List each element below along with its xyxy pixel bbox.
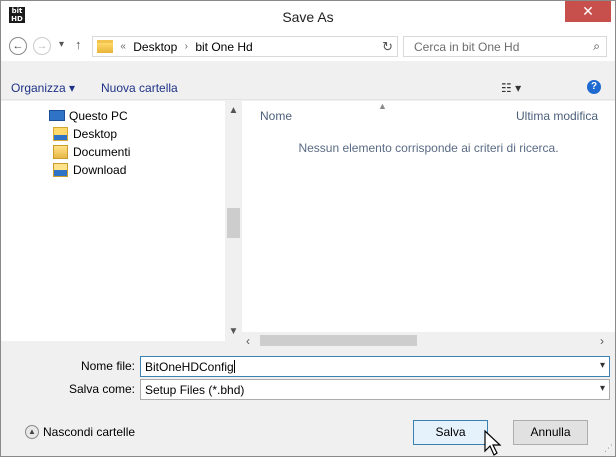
close-button[interactable]: ✕ <box>565 1 611 22</box>
hide-folders-label: Nascondi cartelle <box>43 425 136 439</box>
documents-folder-icon <box>53 145 68 159</box>
chevron-down-icon[interactable]: ▾ <box>600 360 605 371</box>
breadcrumb-bit-one-hd[interactable]: bit One Hd <box>195 40 252 54</box>
recent-chevron-icon[interactable]: ▾ <box>59 39 64 50</box>
tree-item-downloads[interactable]: Download <box>53 161 223 179</box>
scroll-right-arrow[interactable]: › <box>600 334 604 348</box>
desktop-folder-icon <box>53 127 68 141</box>
collapse-icon: ▲ <box>25 425 39 439</box>
resize-grip-icon[interactable]: ⋰ <box>604 443 613 454</box>
navigation-pane: Questo PC Desktop Documenti Download <box>1 101 241 341</box>
tree-item-label: Documenti <box>73 145 131 159</box>
empty-message: Nessun elemento corrisponde ai criteri d… <box>298 141 559 155</box>
help-icon[interactable]: ? <box>587 80 601 94</box>
save-type-select[interactable]: Setup Files (*.bhd) ▾ <box>140 379 610 400</box>
column-header-name[interactable]: Nome <box>260 109 292 123</box>
scroll-up-arrow[interactable]: ▲ <box>225 105 242 116</box>
address-row: ← → ▾ ↑ « Desktop › bit One Hd ▾ ↻ Cerca… <box>1 31 615 61</box>
close-icon: ✕ <box>582 3 594 19</box>
search-placeholder: Cerca in bit One Hd <box>414 40 520 54</box>
tree-item-label: Desktop <box>73 127 118 141</box>
address-bar[interactable]: « Desktop › bit One Hd ▾ ↻ <box>92 36 448 57</box>
title-bar[interactable]: bit HD Save As ✕ <box>1 1 615 31</box>
breadcrumb-separator[interactable]: › <box>185 41 188 52</box>
save-as-dialog: bit HD Save As ✕ ← → ▾ ↑ « Desktop › bit … <box>0 0 616 457</box>
filename-input[interactable]: BitOneHDConfig ▾ <box>140 356 610 377</box>
nav-pane-scrollbar[interactable]: ▲ ▼ <box>225 101 242 341</box>
file-list-horizontal-scrollbar[interactable]: ‹ › <box>242 332 615 349</box>
new-folder-button[interactable]: Nuova cartella <box>101 81 178 95</box>
column-header-modified[interactable]: Ultima modifica <box>516 109 598 123</box>
mouse-cursor-icon <box>484 429 502 456</box>
scroll-left-arrow[interactable]: ‹ <box>246 334 250 348</box>
back-button[interactable]: ← <box>9 37 27 55</box>
filename-value: BitOneHDConfig <box>145 360 234 374</box>
up-arrow-icon[interactable]: ↑ <box>75 37 82 52</box>
sort-indicator-icon: ▲ <box>378 101 387 111</box>
refresh-icon[interactable]: ↻ <box>382 39 393 55</box>
view-options-icon[interactable]: ☷ ▾ <box>501 81 521 95</box>
tree-item-label: Questo PC <box>69 109 128 123</box>
chevron-down-icon[interactable]: ▾ <box>600 383 605 394</box>
folder-icon <box>97 40 113 54</box>
computer-icon <box>49 110 65 121</box>
tree-item-this-pc[interactable]: Questo PC <box>49 107 219 125</box>
tree-item-label: Download <box>73 163 127 177</box>
save-type-label: Salva come: <box>68 382 135 396</box>
window-title: Save As <box>282 9 334 25</box>
breadcrumb-desktop[interactable]: Desktop <box>133 40 177 54</box>
scrollbar-thumb[interactable] <box>227 208 240 238</box>
forward-button[interactable]: → <box>33 37 51 55</box>
organize-button[interactable]: Organizza ▾ <box>11 81 75 95</box>
search-icon[interactable]: ⌕ <box>593 39 600 54</box>
save-type-value: Setup Files (*.bhd) <box>145 383 245 397</box>
save-button[interactable]: Salva <box>413 420 488 445</box>
overflow-chevron[interactable]: « <box>120 41 126 52</box>
text-caret <box>233 360 235 373</box>
file-list[interactable]: Nome ▲ Ultima modifica Nessun elemento c… <box>242 101 615 341</box>
search-box[interactable]: Cerca in bit One Hd ⌕ <box>403 36 607 57</box>
forward-arrow-icon: → <box>36 40 48 52</box>
tree-item-desktop[interactable]: Desktop <box>53 125 223 143</box>
back-arrow-icon: ← <box>12 40 24 52</box>
scrollbar-thumb[interactable] <box>260 335 417 346</box>
cancel-button[interactable]: Annulla <box>513 420 588 445</box>
tree-item-documents[interactable]: Documenti <box>53 143 223 161</box>
filename-label: Nome file: <box>80 359 135 373</box>
scroll-down-arrow[interactable]: ▼ <box>225 326 242 337</box>
command-toolbar: Organizza ▾ Nuova cartella ☷ ▾ ? <box>1 74 615 100</box>
downloads-folder-icon <box>53 163 68 177</box>
